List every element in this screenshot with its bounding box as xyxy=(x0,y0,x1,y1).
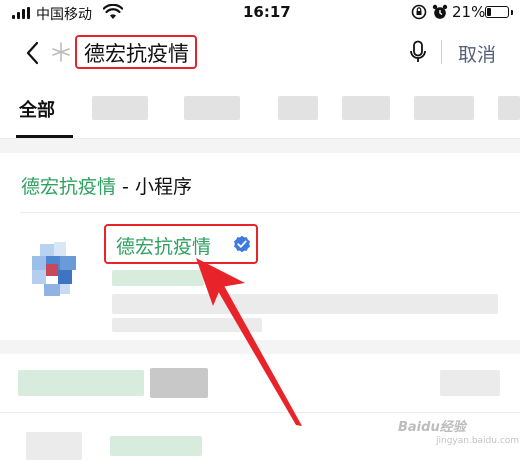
watermark-url: jingyan.baidu.com xyxy=(436,436,520,446)
annotation-arrow xyxy=(196,258,302,426)
watermark-logo: Baidu经验 xyxy=(398,420,466,435)
